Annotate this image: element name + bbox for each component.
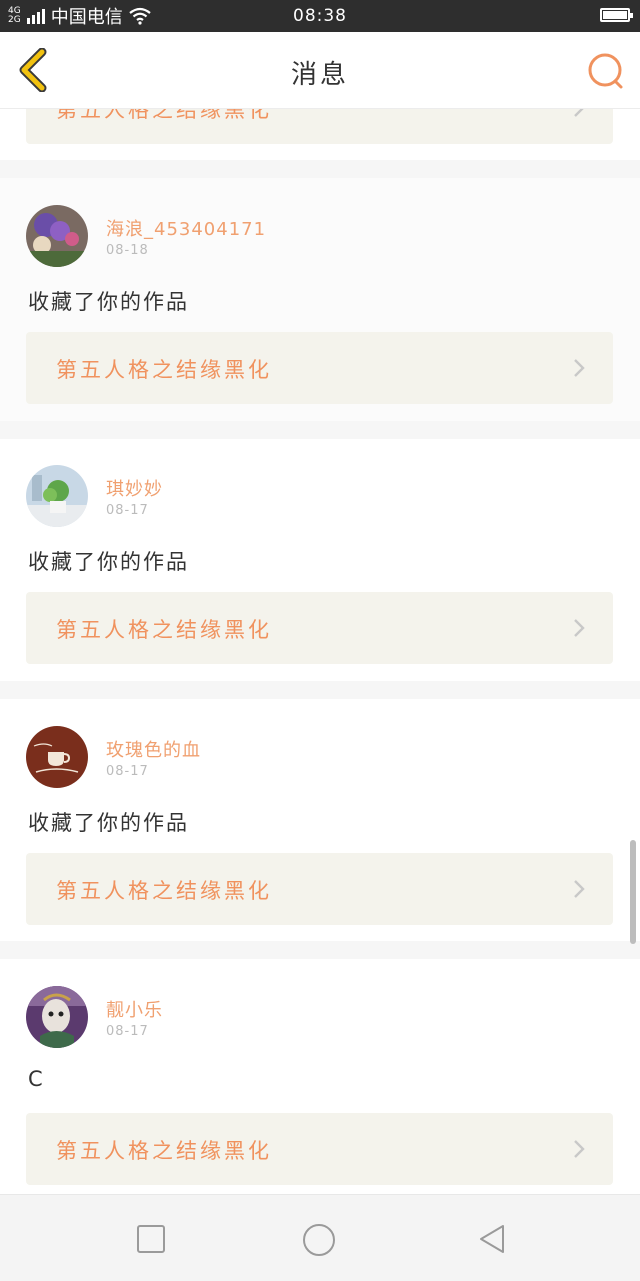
- message-card: 琪妙妙 08-17 收藏了你的作品 第五人格之结缘黑化: [0, 439, 640, 681]
- message-date: 08-18: [106, 243, 149, 258]
- chevron-right-icon: [574, 359, 585, 377]
- avatar-coffee-image: [26, 726, 88, 788]
- status-bar: 4G 2G 中国电信 08:38: [0, 0, 640, 32]
- search-icon: [588, 53, 623, 89]
- scrollbar[interactable]: [630, 840, 636, 944]
- user-name[interactable]: 玫瑰色的血: [106, 736, 201, 762]
- work-title: 第五人格之结缘黑化: [56, 879, 272, 903]
- home-circle-icon: [303, 1224, 335, 1256]
- message-text: 收藏了你的作品: [28, 550, 189, 574]
- work-link[interactable]: 第五人格之结缘黑化: [26, 332, 613, 404]
- avatar[interactable]: [26, 726, 88, 788]
- avatar-character-image: [26, 986, 88, 1048]
- chevron-right-icon: [574, 619, 585, 637]
- avatar[interactable]: [26, 986, 88, 1048]
- message-list[interactable]: 第五人格之结缘黑化 海浪_453404171 08-18 收藏了你的作品 第五人…: [0, 109, 640, 1194]
- message-card: 海浪_453404171 08-18 收藏了你的作品 第五人格之结缘黑化: [0, 178, 640, 421]
- home-button[interactable]: [302, 1223, 335, 1256]
- message-card: 第五人格之结缘黑化: [0, 109, 640, 160]
- recents-square-icon: [137, 1225, 165, 1253]
- user-name[interactable]: 琪妙妙: [106, 475, 163, 501]
- avatar-flowers-image: [26, 205, 88, 267]
- page-title: 消息: [290, 60, 349, 90]
- user-name[interactable]: 海浪_453404171: [106, 215, 266, 241]
- user-name[interactable]: 靓小乐: [106, 996, 163, 1022]
- chevron-right-icon: [574, 109, 584, 117]
- work-title: 第五人格之结缘黑化: [56, 618, 272, 642]
- message-text: C: [28, 1067, 45, 1091]
- avatar[interactable]: [26, 205, 88, 267]
- message-card: 玫瑰色的血 08-17 收藏了你的作品 第五人格之结缘黑化: [0, 699, 640, 941]
- search-button[interactable]: [586, 52, 626, 92]
- chevron-right-icon: [574, 1140, 585, 1158]
- app-header: 消息: [0, 32, 640, 109]
- battery-icon: [600, 8, 633, 22]
- work-title: 第五人格之结缘黑化: [56, 109, 272, 122]
- back-nav-button[interactable]: [476, 1223, 508, 1255]
- work-link[interactable]: 第五人格之结缘黑化: [26, 109, 613, 144]
- message-text: 收藏了你的作品: [28, 811, 189, 835]
- clock: 08:38: [293, 6, 347, 26]
- avatar[interactable]: [26, 465, 88, 527]
- message-date: 08-17: [106, 764, 149, 779]
- avatar-plant-image: [26, 465, 88, 527]
- work-link[interactable]: 第五人格之结缘黑化: [26, 1113, 613, 1185]
- work-link[interactable]: 第五人格之结缘黑化: [26, 592, 613, 664]
- message-date: 08-17: [106, 503, 149, 518]
- system-nav-bar: [0, 1194, 640, 1281]
- message-card: 靓小乐 08-17 C 第五人格之结缘黑化: [0, 959, 640, 1194]
- work-link[interactable]: 第五人格之结缘黑化: [26, 853, 613, 925]
- message-text: 收藏了你的作品: [28, 290, 189, 314]
- chevron-right-icon: [574, 880, 585, 898]
- recents-button[interactable]: [135, 1223, 167, 1255]
- message-date: 08-17: [106, 1024, 149, 1039]
- back-triangle-icon: [480, 1225, 504, 1253]
- work-title: 第五人格之结缘黑化: [56, 1139, 272, 1163]
- work-title: 第五人格之结缘黑化: [56, 358, 272, 382]
